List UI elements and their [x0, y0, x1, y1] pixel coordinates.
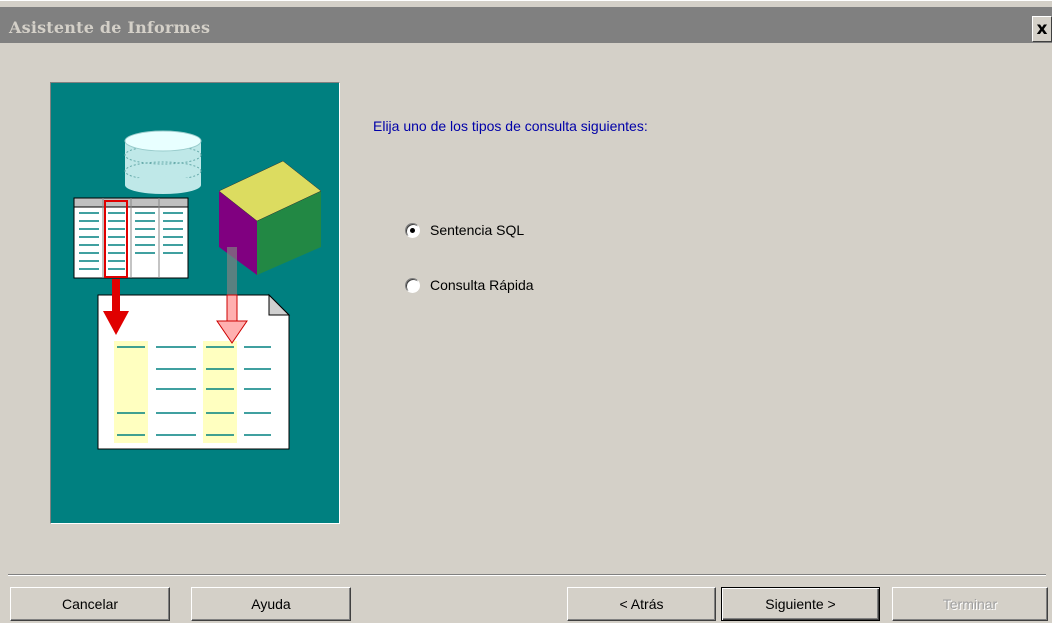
- close-icon: x: [1036, 19, 1048, 39]
- option-quick-label[interactable]: Consulta Rápida: [430, 277, 534, 293]
- back-button[interactable]: < Atrás: [567, 587, 716, 621]
- radio-quick-query[interactable]: [405, 277, 420, 293]
- query-type-prompt: Elija uno de los tipos de consulta sigui…: [373, 118, 648, 134]
- footer-separator: [8, 574, 1046, 576]
- option-sql-statement[interactable]: Sentencia SQL: [405, 220, 524, 240]
- title-bar[interactable]: Asistente de Informes x: [0, 7, 1052, 43]
- finish-button[interactable]: Terminar: [892, 587, 1048, 621]
- cancel-button[interactable]: Cancelar: [10, 587, 170, 621]
- table-icon: [73, 197, 189, 279]
- option-sql-label[interactable]: Sentencia SQL: [430, 222, 524, 238]
- help-button[interactable]: Ayuda: [191, 587, 351, 621]
- next-button[interactable]: Siguiente >: [721, 587, 880, 621]
- wizard-illustration: [50, 82, 340, 524]
- radio-sql-statement[interactable]: [405, 222, 420, 238]
- radio-selected-dot: [410, 227, 415, 233]
- option-quick-query[interactable]: Consulta Rápida: [405, 275, 534, 295]
- close-button[interactable]: x: [1032, 16, 1052, 42]
- illustration-graphic: [73, 130, 322, 450]
- report-page-icon: [97, 293, 291, 450]
- database-icon: [124, 130, 202, 194]
- report-wizard-dialog: Asistente de Informes x Elija uno de los…: [0, 0, 1052, 623]
- window-title: Asistente de Informes: [9, 18, 211, 37]
